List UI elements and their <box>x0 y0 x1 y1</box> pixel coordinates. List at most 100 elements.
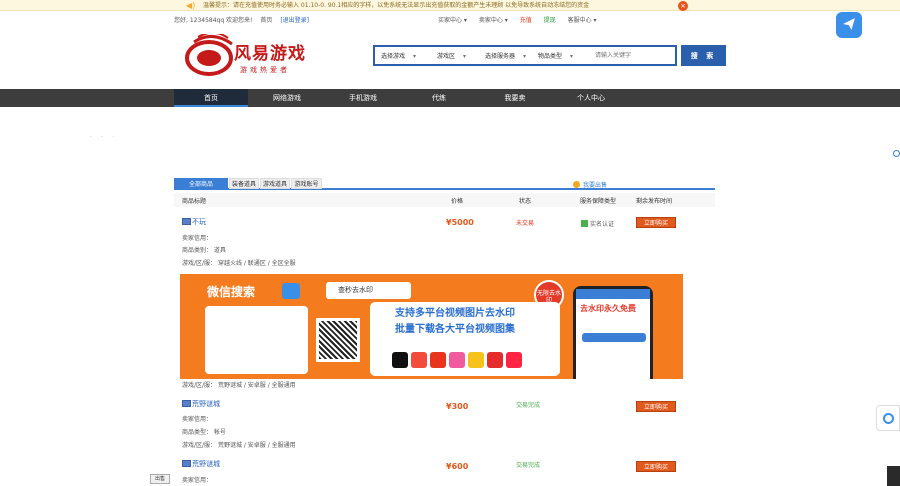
placeholder-dots: · · · <box>90 134 118 140</box>
table-header: 商品标题 价格 状态 服务保障类型 剩余发布时间 <box>174 193 715 207</box>
nav-item-home[interactable]: 首页 <box>174 89 248 107</box>
pipi-icon <box>449 352 465 368</box>
buyer-center-link[interactable]: 买家中心 ▾ <box>438 17 467 24</box>
ad-line-2: 批量下载各大平台视频图集 <box>395 324 515 335</box>
ad-app-preview <box>205 306 308 374</box>
qr-code-icon <box>316 318 360 362</box>
search-bar: 选择游戏 ▾ 游戏区 ▾ 选择服务器 ▾ 物品类型 ▾ <box>373 45 677 66</box>
seller-credit: 卖家信用： <box>182 416 213 423</box>
image-icon <box>182 460 191 467</box>
ad-line-1: 支持多平台视频图片去水印 <box>395 308 515 319</box>
ad-phone-mockup: 去水印永久免费 <box>573 286 653 379</box>
withdraw-link[interactable]: 提现 <box>544 17 556 24</box>
ad-search-box: 查秒去水印 <box>326 282 411 299</box>
goods-category: 商品类型： 帐号 <box>182 429 226 436</box>
nav-item-personal-center[interactable]: 个人中心 <box>554 89 628 107</box>
logo-brand: 风易游戏 <box>234 44 306 64</box>
listing-price: ¥5000 <box>446 218 474 227</box>
listing-price: ¥300 <box>446 402 469 411</box>
ad-platform-icons <box>392 352 525 370</box>
listing-status: 未交易 <box>516 220 535 227</box>
buy-now-button[interactable]: 立即购买 <box>636 401 676 412</box>
notice-bar: ◀) 温馨提示：请在充值使用时务必输入 01.10-0. 90.1相应的字样，以… <box>0 0 900 11</box>
customer-service-button[interactable] <box>876 405 900 431</box>
listing-title[interactable]: 荒野谜城 <box>182 399 220 409</box>
table-row: 不玩 卖家信用： 商品类别： 道具 游戏/区/服： 穿越火线 / 联通区 / 全… <box>174 217 715 272</box>
listing-price: ¥600 <box>446 462 469 471</box>
ad-free-text: 去水印永久免费 <box>580 304 636 313</box>
buy-now-button[interactable]: 立即购买 <box>636 461 676 472</box>
listing-title[interactable]: 荒野谜城 <box>182 459 220 469</box>
game-select[interactable]: 选择游戏 ▾ <box>381 51 416 60</box>
ad-wechat-search: 微信搜索 <box>207 285 256 299</box>
nav-item-sell[interactable]: 我要卖 <box>478 89 552 107</box>
chevron-down-icon: ▾ <box>523 53 527 60</box>
xiaohongshu-icon <box>506 352 522 368</box>
zuiyou-icon <box>468 352 484 368</box>
tab-equipment[interactable]: 装备道具 <box>229 178 259 189</box>
image-icon <box>182 218 191 225</box>
nav-item-boosting[interactable]: 代练 <box>402 89 476 107</box>
type-select[interactable]: 物品类型 ▾ <box>538 51 573 60</box>
seller-credit: 卖家信用： <box>182 477 213 484</box>
tiktok-icon <box>392 352 408 368</box>
weishi-icon <box>430 352 446 368</box>
main-nav: 首页 网络游戏 手机游戏 代练 我要卖 个人中心 <box>0 89 900 107</box>
table-row: 荒野谜城 卖家信用： ¥600 交易完成 立即购买 <box>174 459 715 486</box>
verified-icon <box>581 220 588 227</box>
top-links: 您好, 1234584qq 欢迎您来! 首页 [退出登录] 买家中心 ▾ 卖家中… <box>0 12 900 28</box>
site-logo[interactable]: 风易游戏 游戏热爱者 <box>184 34 329 80</box>
speaker-icon: ◀) <box>186 1 196 10</box>
service-center-link[interactable]: 客服中心 ▾ <box>568 17 597 24</box>
buy-now-button[interactable]: 立即购买 <box>636 217 676 228</box>
thumbs-up-icon <box>282 283 300 299</box>
nav-item-mobile-games[interactable]: 手机游戏 <box>326 89 400 107</box>
listing-title[interactable]: 不玩 <box>182 217 206 227</box>
game-server: 游戏/区/服： 荒野谜城 / 安卓服 / 全服通用 <box>182 442 296 449</box>
server-select[interactable]: 选择服务器 ▾ <box>485 51 526 60</box>
logo-swirl-icon <box>185 34 233 76</box>
chevron-down-icon: ▾ <box>413 53 417 60</box>
logo-slogan: 游戏热爱者 <box>240 66 290 74</box>
floating-app-button[interactable] <box>836 12 862 38</box>
area-select[interactable]: 游戏区 ▾ <box>437 51 466 60</box>
bird-icon <box>843 18 855 30</box>
col-status: 状态 <box>519 198 532 205</box>
greeting: 您好, 1234584qq 欢迎您来! <box>174 17 253 24</box>
category-tabs: 全部商品 装备道具 游戏道具 游戏账号 <box>174 178 715 190</box>
sell-icon <box>573 181 580 188</box>
tab-accounts[interactable]: 游戏账号 <box>291 178 322 189</box>
col-time: 剩余发布时间 <box>636 198 673 205</box>
col-guarantee: 服务保障类型 <box>580 198 617 205</box>
publish-link[interactable]: 我要出售 <box>573 180 607 189</box>
ad-banner[interactable]: 微信搜索 查秒去水印 无限去水印 支持多平台视频图片去水印 批量下载各大平台视频… <box>180 274 683 379</box>
home-link[interactable]: 首页 <box>260 17 272 24</box>
kuaishou-icon <box>411 352 427 368</box>
game-server: 游戏/区/服： 荒野谜城 / 安卓服 / 全服通用 <box>182 382 296 389</box>
tab-items[interactable]: 游戏道具 <box>260 178 290 189</box>
listing-status: 交易完成 <box>516 402 541 409</box>
headset-icon <box>883 413 894 424</box>
col-title: 商品标题 <box>182 198 207 205</box>
nav-item-online-games[interactable]: 网络游戏 <box>250 89 324 107</box>
table-row-fragment: 游戏/区/服： 荒野谜城 / 安卓服 / 全服通用 <box>174 380 715 390</box>
floating-status-icon[interactable] <box>893 150 900 157</box>
image-icon <box>182 400 191 407</box>
tab-all-goods[interactable]: 全部商品 <box>174 178 228 189</box>
close-icon[interactable]: × <box>678 1 688 11</box>
sell-float-button[interactable]: 出售 <box>150 474 170 484</box>
recharge-link[interactable]: 充值 <box>520 17 532 24</box>
chevron-down-icon: ▾ <box>570 53 574 60</box>
weibo-icon <box>487 352 503 368</box>
notice-text: 温馨提示：请在充值使用时务必输入 01.10-0. 90.1相应的字样，以免系统… <box>203 2 590 9</box>
chevron-down-icon: ▾ <box>463 53 467 60</box>
table-row: 荒野谜城 卖家信用： 商品类型： 帐号 游戏/区/服： 荒野谜城 / 安卓服 /… <box>174 399 715 451</box>
search-input[interactable] <box>595 49 673 62</box>
seller-center-link[interactable]: 卖家中心 ▾ <box>479 17 508 24</box>
logout-link[interactable]: [退出登录] <box>280 17 309 24</box>
goods-category: 商品类别： 道具 <box>182 247 226 254</box>
verified-badge: 实名认证 <box>581 219 614 228</box>
game-server: 游戏/区/服： 穿越火线 / 联通区 / 全区全服 <box>182 260 296 267</box>
corner-widget[interactable] <box>887 466 900 486</box>
search-button[interactable]: 搜 索 <box>681 45 726 66</box>
